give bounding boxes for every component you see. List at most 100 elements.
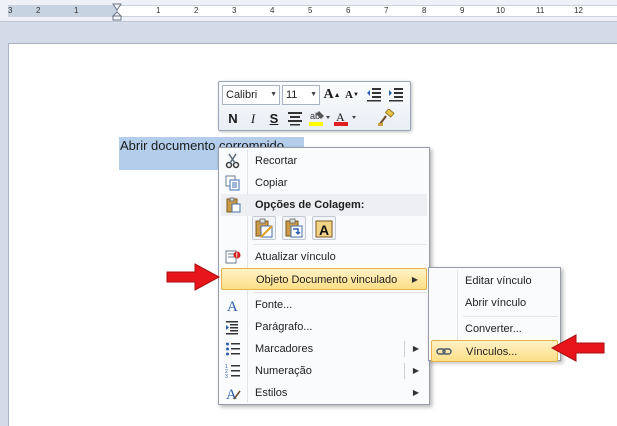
decrease-indent-button[interactable]: [365, 86, 383, 104]
font-icon: A: [227, 299, 238, 313]
ruler-number: 2: [194, 6, 199, 15]
submenu-arrow-icon[interactable]: ▶: [413, 360, 419, 382]
ruler-number: 8: [422, 6, 427, 15]
red-arrow-icon: [550, 334, 605, 362]
font-size-value: 11: [286, 89, 298, 101]
horizontal-ruler[interactable]: 3 2 1 1 2 3 4 5 6 7 8 9 10 11 12: [0, 0, 617, 22]
menu-separator: [463, 316, 558, 317]
paste-keep-text-icon: A: [315, 220, 333, 238]
menu-item-label: Parágrafo...: [255, 321, 313, 333]
svg-text:!: !: [236, 253, 238, 260]
ruler-number: 3: [232, 6, 237, 15]
menu-item-atualizar-vinculo[interactable]: ! Atualizar vínculo: [221, 246, 427, 268]
font-name-combo[interactable]: Calibri ▼: [222, 85, 280, 105]
styles-icon: A: [226, 387, 241, 401]
split-divider: [404, 341, 405, 357]
submenu-item-label: Converter...: [465, 323, 522, 335]
ruler-number: 1: [156, 6, 161, 15]
menu-item-label: Objeto Documento vinculado: [256, 274, 398, 286]
submenu-item-abrir-vinculo[interactable]: Abrir vínculo: [431, 292, 558, 314]
svg-text:A: A: [226, 387, 237, 401]
submenu-arrow-icon[interactable]: ▶: [413, 338, 419, 360]
ruler-left-margin: [8, 6, 118, 16]
chevron-down-icon: ▼: [270, 91, 277, 98]
italic-label: I: [250, 111, 256, 126]
bold-label: N: [228, 111, 238, 126]
font-color-letter: A: [336, 110, 345, 124]
indent-marker-icon[interactable]: [112, 3, 122, 21]
grow-font-icon: A: [323, 87, 334, 102]
ruler-number: 4: [270, 6, 275, 15]
menu-item-paragrafo[interactable]: Parágrafo...: [221, 316, 427, 338]
paste-options-label: Opções de Colagem:: [255, 199, 365, 211]
menu-item-label: Numeração: [255, 365, 312, 377]
linked-object-submenu: Editar vínculo Abrir vínculo Converter..…: [428, 267, 561, 362]
ruler-track[interactable]: 3 2 1 1 2 3 4 5 6 7 8 9 10 11 12: [8, 5, 617, 17]
increase-indent-icon: [389, 88, 403, 102]
format-painter-icon: [378, 108, 395, 126]
svg-text:A: A: [227, 299, 238, 313]
highlight-button[interactable]: ab: [308, 109, 330, 127]
submenu-item-label: Vínculos...: [466, 346, 518, 358]
bullets-icon: [226, 342, 240, 356]
shrink-font-button[interactable]: A▼: [343, 86, 361, 104]
paste-keep-formatting-icon: [255, 218, 273, 238]
center-align-icon: [288, 112, 302, 126]
ruler-number: 12: [574, 6, 583, 15]
bold-button[interactable]: N: [224, 110, 242, 128]
italic-button[interactable]: I: [244, 110, 262, 128]
ruler-number: 3: [8, 6, 13, 15]
grow-font-button[interactable]: A▲: [323, 86, 341, 104]
menu-item-marcadores[interactable]: Marcadores ▶: [221, 338, 427, 360]
submenu-item-vinculos[interactable]: Vínculos...: [431, 340, 558, 362]
paste-merge-icon: [285, 218, 303, 238]
font-color-button[interactable]: A: [333, 109, 357, 127]
submenu-item-converter[interactable]: Converter...: [431, 318, 558, 340]
ruler-number: 9: [460, 6, 465, 15]
format-painter-button[interactable]: [377, 108, 395, 127]
submenu-item-editar-vinculo[interactable]: Editar vínculo: [431, 270, 558, 292]
ruler-number: 6: [346, 6, 351, 15]
copy-icon: [225, 175, 240, 191]
menu-separator: [253, 292, 427, 293]
ruler-number: 11: [536, 6, 545, 15]
highlighter-icon: ab: [309, 111, 330, 126]
paragraph-icon: [226, 321, 238, 335]
menu-item-objeto-documento-vinculado[interactable]: Objeto Documento vinculado ▶: [221, 268, 427, 290]
numbering-icon: 1 2 3: [225, 364, 240, 379]
paste-merge-button[interactable]: [282, 216, 306, 240]
center-align-button[interactable]: [286, 110, 304, 128]
menu-item-copiar[interactable]: Copiar: [221, 172, 427, 194]
paste-keep-text-letter: A: [319, 222, 329, 238]
menu-item-estilos[interactable]: A Estilos ▶: [221, 382, 427, 404]
ruler-number: 5: [308, 6, 313, 15]
ruler-number: 10: [496, 6, 505, 15]
submenu-item-label: Abrir vínculo: [465, 297, 527, 309]
menu-item-label: Copiar: [255, 177, 288, 189]
paste-keep-text-button[interactable]: A: [312, 216, 336, 240]
context-menu: Recortar Copiar Opções de Colagem: A ! A…: [218, 147, 430, 405]
font-color-icon: A: [334, 110, 356, 126]
red-arrow-icon: [166, 263, 221, 291]
paste-keep-source-button[interactable]: [252, 216, 276, 240]
menu-item-fonte[interactable]: A Fonte...: [221, 294, 427, 316]
menu-item-recortar[interactable]: Recortar: [221, 150, 427, 172]
menu-item-label: Estilos: [255, 387, 288, 399]
menu-item-numeracao[interactable]: 1 2 3 Numeração ▶: [221, 360, 427, 382]
shrink-font-icon: A: [345, 89, 353, 101]
update-link-icon: !: [225, 250, 241, 264]
menu-item-label: Fonte...: [255, 299, 293, 311]
menu-item-label: Marcadores: [255, 343, 314, 355]
font-size-combo[interactable]: 11 ▼: [282, 85, 320, 105]
ruler-number: 1: [74, 6, 79, 15]
underline-label: S: [269, 111, 279, 126]
font-name-value: Calibri: [226, 89, 258, 101]
menu-separator: [253, 244, 427, 245]
menu-item-label: Atualizar vínculo: [255, 251, 336, 263]
mini-toolbar: Calibri ▼ 11 ▼ A▲ A▼ N I S ab A: [218, 81, 411, 131]
ruler-number: 7: [384, 6, 389, 15]
chevron-down-icon: ▼: [310, 91, 317, 98]
underline-button[interactable]: S: [265, 110, 283, 128]
paste-icon: [226, 197, 241, 213]
increase-indent-button[interactable]: [387, 86, 405, 104]
